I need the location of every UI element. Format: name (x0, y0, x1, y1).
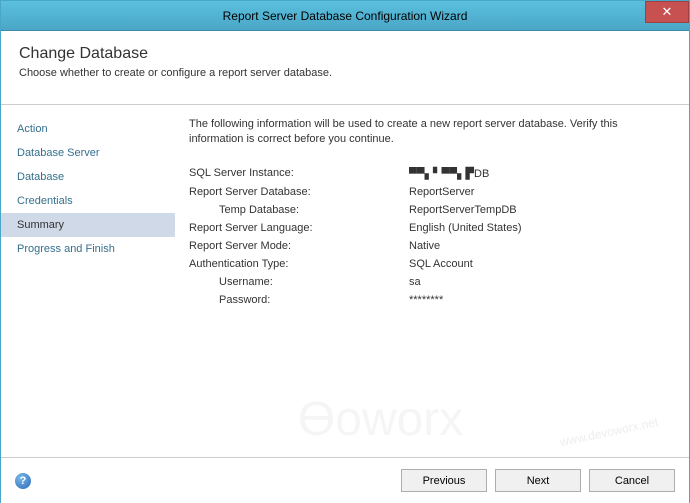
watermark-url: www.devoworx.net (559, 415, 660, 449)
summary-label-sql-instance: SQL Server Instance: (189, 167, 409, 180)
close-button[interactable]: ✕ (645, 1, 689, 23)
summary-label-password: Password: (189, 294, 409, 306)
watermark-logo: Ɵoworx (298, 392, 463, 447)
window-title: Report Server Database Configuration Wiz… (223, 9, 468, 23)
close-icon: ✕ (662, 4, 673, 20)
sidebar-item-summary[interactable]: Summary (1, 213, 175, 237)
content: The following information will be used t… (175, 105, 689, 457)
body: Action Database Server Database Credenti… (1, 105, 689, 457)
summary-label-language: Report Server Language: (189, 222, 409, 234)
next-button[interactable]: Next (495, 469, 581, 492)
header: Change Database Choose whether to create… (1, 31, 689, 105)
summary-grid: SQL Server Instance: ▀▀▖▘▀▀▖▛DB Report S… (189, 167, 669, 306)
summary-value-sql-instance: ▀▀▖▘▀▀▖▛DB (409, 167, 669, 180)
sidebar-item-action[interactable]: Action (1, 117, 175, 141)
footer-buttons: Previous Next Cancel (401, 469, 675, 492)
summary-value-language: English (United States) (409, 222, 669, 234)
sidebar-item-database-server[interactable]: Database Server (1, 141, 175, 165)
summary-label-temp-db: Temp Database: (189, 204, 409, 216)
cancel-button[interactable]: Cancel (589, 469, 675, 492)
sidebar: Action Database Server Database Credenti… (1, 105, 175, 457)
summary-label-mode: Report Server Mode: (189, 240, 409, 252)
summary-label-auth-type: Authentication Type: (189, 258, 409, 270)
summary-value-temp-db: ReportServerTempDB (409, 204, 669, 216)
intro-text: The following information will be used t… (189, 117, 669, 147)
page-title: Change Database (19, 45, 671, 63)
footer: ? Previous Next Cancel (1, 457, 689, 503)
sidebar-item-credentials[interactable]: Credentials (1, 189, 175, 213)
previous-button[interactable]: Previous (401, 469, 487, 492)
summary-value-password: ******** (409, 294, 669, 306)
summary-label-username: Username: (189, 276, 409, 288)
summary-value-auth-type: SQL Account (409, 258, 669, 270)
sidebar-item-database[interactable]: Database (1, 165, 175, 189)
summary-label-report-db: Report Server Database: (189, 186, 409, 198)
help-icon[interactable]: ? (15, 473, 31, 489)
summary-value-report-db: ReportServer (409, 186, 669, 198)
sidebar-item-progress-and-finish[interactable]: Progress and Finish (1, 237, 175, 261)
titlebar: Report Server Database Configuration Wiz… (1, 1, 689, 31)
summary-value-username: sa (409, 276, 669, 288)
page-subtitle: Choose whether to create or configure a … (19, 67, 671, 79)
summary-value-mode: Native (409, 240, 669, 252)
